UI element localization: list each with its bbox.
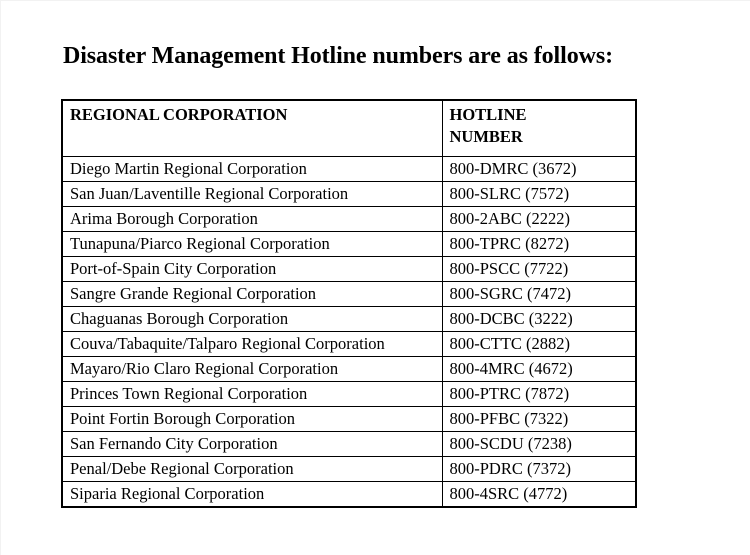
- table-row: Princes Town Regional Corporation 800-PTR…: [61, 381, 637, 407]
- cell-hotline-number: 800-4MRC (4672): [441, 356, 637, 382]
- table-header-row: REGIONAL CORPORATION HOTLINE NUMBER: [61, 99, 637, 157]
- table-row: Couva/Tabaquite/Talparo Regional Corpora…: [61, 331, 637, 357]
- cell-hotline-number: 800-2ABC (2222): [441, 206, 637, 232]
- column-header-hotline-line2: NUMBER: [449, 127, 523, 146]
- table-row: Port-of-Spain City Corporation 800-PSCC (…: [61, 256, 637, 282]
- table-body: Diego Martin Regional Corporation 800-DMR…: [61, 156, 637, 508]
- table-row: San Juan/Laventille Regional Corporation…: [61, 181, 637, 207]
- table-row: Chaguanas Borough Corporation 800-DCBC (3…: [61, 306, 637, 332]
- column-header-hotline-line1: HOTLINE: [449, 105, 527, 124]
- column-header-regional-corporation-label: REGIONAL CORPORATION: [70, 105, 288, 124]
- column-header-hotline-number: HOTLINE NUMBER: [441, 99, 637, 157]
- page-title: Disaster Management Hotline numbers are …: [63, 43, 613, 69]
- cell-hotline-number: 800-PFBC (7322): [441, 406, 637, 432]
- table-row: Mayaro/Rio Claro Regional Corporation 800…: [61, 356, 637, 382]
- cell-hotline-number: 800-SCDU (7238): [441, 431, 637, 457]
- cell-regional-corporation: Sangre Grande Regional Corporation: [61, 281, 443, 307]
- cell-hotline-number: 800-DCBC (3222): [441, 306, 637, 332]
- cell-hotline-number: 800-DMRC (3672): [441, 156, 637, 182]
- table-row: Diego Martin Regional Corporation 800-DMR…: [61, 156, 637, 182]
- table-row: Tunapuna/Piarco Regional Corporation 800-…: [61, 231, 637, 257]
- cell-regional-corporation: Diego Martin Regional Corporation: [61, 156, 443, 182]
- cell-regional-corporation: Point Fortin Borough Corporation: [61, 406, 443, 432]
- hotline-numbers-table: REGIONAL CORPORATION HOTLINE NUMBER Dieg…: [61, 99, 637, 508]
- document-page: Disaster Management Hotline numbers are …: [0, 0, 750, 555]
- table-row: Sangre Grande Regional Corporation 800-SG…: [61, 281, 637, 307]
- cell-hotline-number: 800-SLRC (7572): [441, 181, 637, 207]
- cell-regional-corporation: Couva/Tabaquite/Talparo Regional Corpora…: [61, 331, 443, 357]
- cell-hotline-number: 800-PTRC (7872): [441, 381, 637, 407]
- cell-regional-corporation: San Fernando City Corporation: [61, 431, 443, 457]
- cell-hotline-number: 800-4SRC (4772): [441, 481, 637, 508]
- cell-regional-corporation: Mayaro/Rio Claro Regional Corporation: [61, 356, 443, 382]
- table-row: Siparia Regional Corporation 800-4SRC (47…: [61, 481, 637, 508]
- table-header: REGIONAL CORPORATION HOTLINE NUMBER: [61, 99, 637, 157]
- cell-regional-corporation: San Juan/Laventille Regional Corporation: [61, 181, 443, 207]
- cell-regional-corporation: Port-of-Spain City Corporation: [61, 256, 443, 282]
- cell-regional-corporation: Chaguanas Borough Corporation: [61, 306, 443, 332]
- cell-hotline-number: 800-PSCC (7722): [441, 256, 637, 282]
- cell-hotline-number: 800-CTTC (2882): [441, 331, 637, 357]
- cell-regional-corporation: Princes Town Regional Corporation: [61, 381, 443, 407]
- column-header-regional-corporation: REGIONAL CORPORATION: [61, 99, 443, 157]
- cell-regional-corporation: Penal/Debe Regional Corporation: [61, 456, 443, 482]
- cell-hotline-number: 800-TPRC (8272): [441, 231, 637, 257]
- cell-hotline-number: 800-SGRC (7472): [441, 281, 637, 307]
- cell-regional-corporation: Tunapuna/Piarco Regional Corporation: [61, 231, 443, 257]
- table-row: Penal/Debe Regional Corporation 800-PDRC …: [61, 456, 637, 482]
- cell-hotline-number: 800-PDRC (7372): [441, 456, 637, 482]
- table-row: San Fernando City Corporation 800-SCDU (7…: [61, 431, 637, 457]
- cell-regional-corporation: Arima Borough Corporation: [61, 206, 443, 232]
- cell-regional-corporation: Siparia Regional Corporation: [61, 481, 443, 508]
- table-row: Arima Borough Corporation 800-2ABC (2222): [61, 206, 637, 232]
- table-row: Point Fortin Borough Corporation 800-PFBC…: [61, 406, 637, 432]
